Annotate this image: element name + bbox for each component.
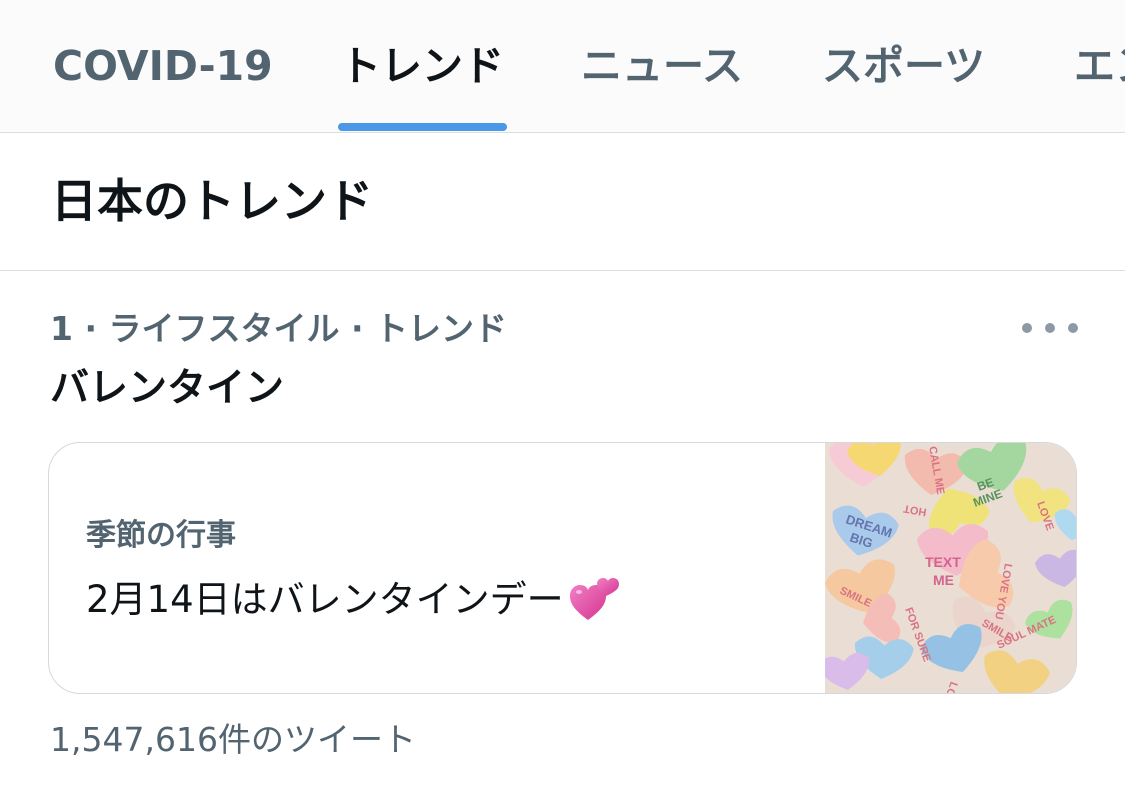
more-dot	[1068, 323, 1078, 333]
section-title: 日本のトレンド	[51, 174, 373, 228]
trend-name[interactable]: バレンタイン	[50, 364, 284, 414]
two-hearts-icon	[569, 578, 619, 620]
more-horizontal-icon	[1022, 323, 1032, 333]
card-category: 季節の行事	[86, 518, 236, 553]
tab-covid-19[interactable]: COVID-19	[53, 40, 273, 92]
tweet-count: 1,547,616件のツイート	[50, 720, 416, 759]
trend-event-card[interactable]: 季節の行事 2月14日はバレンタインデー DREAM BIG TEXT ME B…	[48, 442, 1077, 694]
tab-entertainment[interactable]: エン	[1074, 40, 1125, 92]
active-tab-indicator	[338, 123, 507, 131]
more-dot	[1045, 323, 1055, 333]
explore-tab-bar: COVID-19 トレンド ニュース スポーツ エン	[0, 0, 1125, 133]
candy-hearts-image: DREAM BIG TEXT ME BE MINE SMILE LOVE LOV…	[825, 443, 1076, 693]
more-options-button[interactable]	[1022, 312, 1078, 344]
section-divider	[0, 270, 1125, 271]
tab-trends[interactable]: トレンド	[340, 40, 504, 92]
tab-sports[interactable]: スポーツ	[822, 40, 985, 92]
card-headline: 2月14日はバレンタインデー	[86, 574, 620, 626]
trend-meta: 1 · ライフスタイル · トレンド	[50, 309, 507, 348]
tab-news[interactable]: ニュース	[581, 40, 743, 92]
card-headline-text: 2月14日はバレンタインデー	[86, 578, 564, 621]
